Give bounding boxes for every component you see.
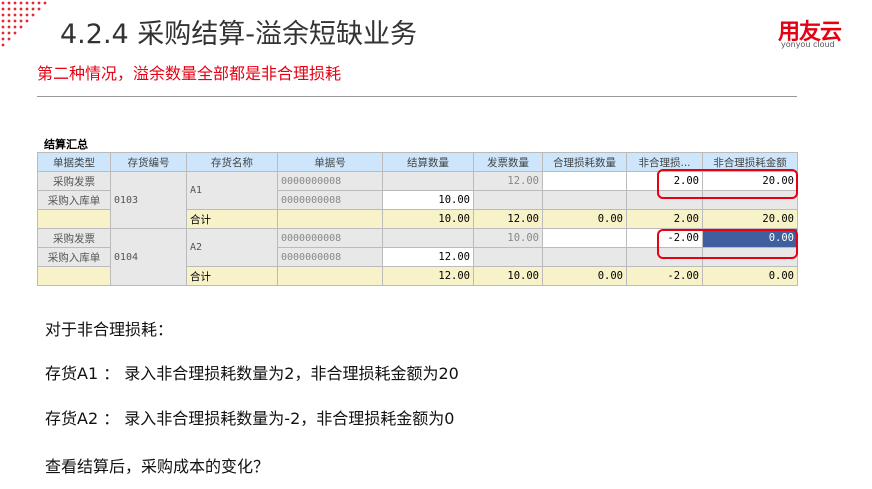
total-settle: 12.00 bbox=[382, 266, 474, 286]
column-header[interactable]: 单据号 bbox=[277, 152, 383, 172]
body-text-line: 存货A1 ： 录入非合理损耗数量为2，非合理损耗金额为20 bbox=[45, 364, 459, 383]
reasonable-loss-input[interactable] bbox=[542, 228, 627, 248]
page-subtitle: 第二种情况，溢余数量全部都是非合理损耗 bbox=[37, 64, 342, 83]
total-unreasonable-amount: 0.00 bbox=[702, 266, 798, 286]
column-header[interactable]: 单据类型 bbox=[37, 152, 111, 172]
column-header[interactable]: 结算数量 bbox=[382, 152, 474, 172]
total-invoice: 12.00 bbox=[473, 209, 543, 229]
brand-logo-subtitle: yonyou cloud bbox=[781, 40, 835, 49]
reasonable-loss-cell bbox=[542, 247, 627, 267]
highlight-box-a2 bbox=[657, 229, 798, 259]
doc-number-cell: 0000000008 bbox=[277, 228, 383, 248]
doc-type-cell: 采购入库单 bbox=[37, 247, 111, 267]
total-label: 合计 bbox=[186, 209, 278, 229]
settle-qty-input[interactable]: 12.00 bbox=[382, 247, 474, 267]
sheet-title: 结算汇总 bbox=[44, 138, 88, 151]
settle-qty-cell bbox=[382, 171, 474, 191]
doc-number-cell: 0000000008 bbox=[277, 247, 383, 267]
body-text-line: 存货A2 ： 录入非合理损耗数量为-2，非合理损耗金额为0 bbox=[45, 409, 455, 428]
item-name-cell: A1 bbox=[186, 171, 278, 210]
item-code-cell: 0103 bbox=[110, 171, 187, 229]
body-text-line: 对于非合理损耗： bbox=[45, 320, 174, 339]
settle-qty-cell bbox=[382, 228, 474, 248]
page-title: 4.2.4 采购结算-溢余短缺业务 bbox=[60, 19, 418, 50]
reasonable-loss-cell bbox=[542, 190, 627, 210]
invoice-qty-cell: 10.00 bbox=[473, 228, 543, 248]
item-name-cell: A2 bbox=[186, 228, 278, 267]
empty-cell bbox=[37, 266, 111, 286]
column-header[interactable]: 发票数量 bbox=[473, 152, 543, 172]
doc-type-cell: 采购入库单 bbox=[37, 190, 111, 210]
total-settle: 10.00 bbox=[382, 209, 474, 229]
total-unreasonable-amount: 20.00 bbox=[702, 209, 798, 229]
column-header[interactable]: 存货名称 bbox=[186, 152, 278, 172]
item-code-cell: 0104 bbox=[110, 228, 187, 286]
highlight-box-a1 bbox=[657, 169, 798, 199]
empty-cell bbox=[277, 209, 383, 229]
empty-cell bbox=[37, 209, 111, 229]
decorative-dots bbox=[0, 0, 50, 50]
total-label: 合计 bbox=[186, 266, 278, 286]
total-invoice: 10.00 bbox=[473, 266, 543, 286]
divider bbox=[37, 96, 797, 97]
invoice-qty-cell bbox=[473, 190, 543, 210]
doc-type-cell: 采购发票 bbox=[37, 171, 111, 191]
doc-type-cell: 采购发票 bbox=[37, 228, 111, 248]
invoice-qty-cell bbox=[473, 247, 543, 267]
column-header[interactable]: 存货编号 bbox=[110, 152, 187, 172]
total-unreasonable-qty: -2.00 bbox=[626, 266, 703, 286]
column-header[interactable]: 合理损耗数量 bbox=[542, 152, 627, 172]
empty-cell bbox=[277, 266, 383, 286]
total-reasonable: 0.00 bbox=[542, 209, 627, 229]
invoice-qty-cell: 12.00 bbox=[473, 171, 543, 191]
body-text-line: 查看结算后，采购成本的变化？ bbox=[45, 457, 270, 476]
total-reasonable: 0.00 bbox=[542, 266, 627, 286]
doc-number-cell: 0000000008 bbox=[277, 190, 383, 210]
reasonable-loss-input[interactable] bbox=[542, 171, 627, 191]
total-unreasonable-qty: 2.00 bbox=[626, 209, 703, 229]
settle-qty-input[interactable]: 10.00 bbox=[382, 190, 474, 210]
doc-number-cell: 0000000008 bbox=[277, 171, 383, 191]
